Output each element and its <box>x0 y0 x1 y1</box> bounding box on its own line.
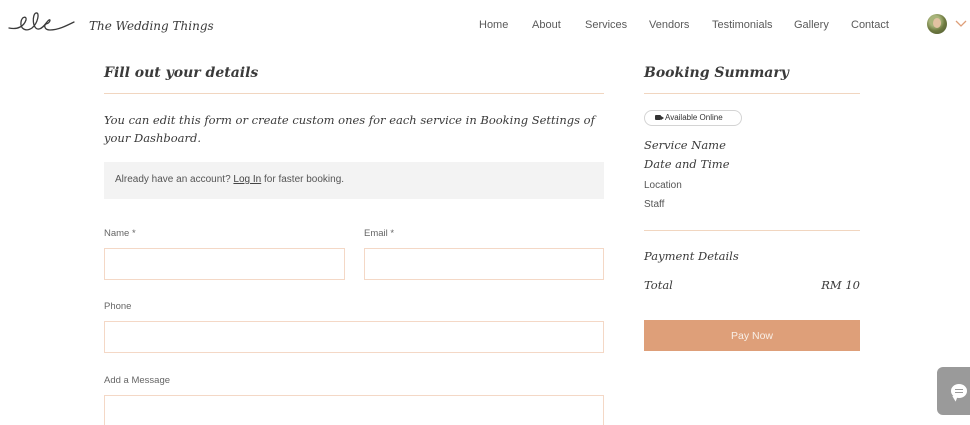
staff: Staff <box>644 199 665 210</box>
payment-divider <box>644 230 860 231</box>
nav-home[interactable]: Home <box>479 19 508 31</box>
nav-contact[interactable]: Contact <box>851 19 889 31</box>
nav-vendors[interactable]: Vendors <box>649 19 689 31</box>
chat-bubble-icon <box>951 384 967 398</box>
chat-bubble-lines <box>955 389 963 393</box>
payment-heading: Payment Details <box>644 249 739 263</box>
form-description: You can edit this form or create custom … <box>104 113 595 145</box>
login-prompt-after: for faster booking. <box>261 174 345 185</box>
available-online-badge: Available Online <box>644 110 742 126</box>
summary-divider <box>644 93 860 94</box>
avatar[interactable] <box>927 14 947 34</box>
email-label: Email * <box>364 228 395 239</box>
pay-now-button[interactable]: Pay Now <box>644 320 860 351</box>
total-label: Total <box>644 278 673 292</box>
login-prompt: Already have an account? Log In for fast… <box>115 174 344 185</box>
name-field[interactable] <box>104 248 345 280</box>
form-heading: Fill out your details <box>104 65 259 81</box>
phone-field[interactable] <box>104 321 604 353</box>
nav-testimonials[interactable]: Testimonials <box>712 19 773 31</box>
login-prompt-before: Already have an account? <box>115 174 234 185</box>
chat-widget-button[interactable] <box>937 367 970 415</box>
login-link[interactable]: Log In <box>233 174 261 185</box>
message-label: Add a Message <box>104 375 171 386</box>
nav-services[interactable]: Services <box>585 19 627 31</box>
location: Location <box>644 180 682 191</box>
login-prompt-box: Already have an account? Log In for fast… <box>104 162 604 199</box>
avatar-face <box>933 18 941 28</box>
phone-label: Phone <box>104 301 132 312</box>
main-nav: Home About Services Vendors Testimonials… <box>0 19 970 35</box>
nav-gallery[interactable]: Gallery <box>794 19 829 31</box>
video-camera-icon <box>655 115 664 120</box>
badge-label: Available Online <box>665 113 723 122</box>
service-name: Service Name <box>644 138 726 152</box>
total-amount: RM 10 <box>821 278 860 292</box>
date-time: Date and Time <box>644 157 730 171</box>
name-label: Name * <box>104 228 136 239</box>
message-field[interactable] <box>104 395 604 425</box>
chevron-down-icon[interactable] <box>955 18 967 28</box>
nav-about[interactable]: About <box>532 19 561 31</box>
form-divider <box>104 93 604 94</box>
email-field[interactable] <box>364 248 604 280</box>
summary-heading: Booking Summary <box>644 65 789 81</box>
